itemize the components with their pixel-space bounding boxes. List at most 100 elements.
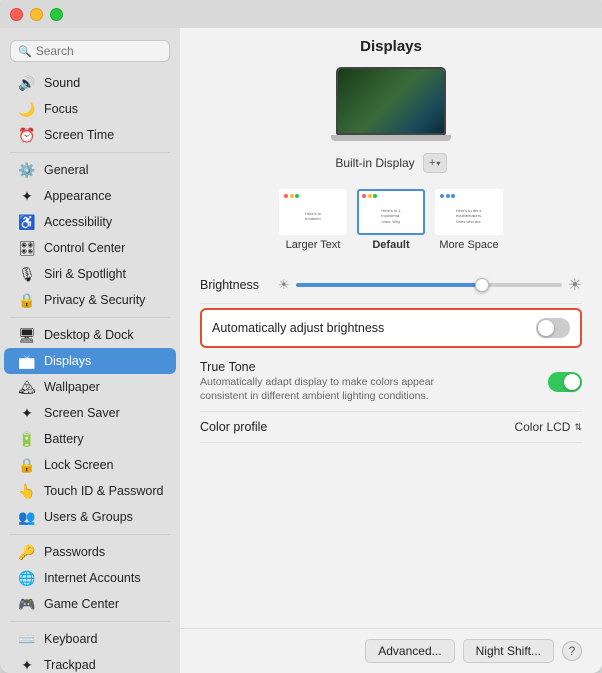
search-input[interactable] <box>36 44 162 58</box>
sidebar-item-label: Wallpaper <box>44 380 100 394</box>
sidebar-item-label: Siri & Spotlight <box>44 267 126 281</box>
resolution-thumb-default: Here's to 1 troublema ones. Why <box>357 189 425 235</box>
color-profile-select[interactable]: Color LCD ⇅ <box>514 420 582 434</box>
privacy-icon: 🔒 <box>18 291 36 309</box>
sidebar-item-general[interactable]: ⚙️ General <box>4 157 176 183</box>
sidebar-item-label: Control Center <box>44 241 125 255</box>
sidebar-item-privacy[interactable]: 🔒 Privacy & Security <box>4 287 176 313</box>
sidebar-divider <box>10 621 170 622</box>
page-title: Displays <box>180 28 602 61</box>
sidebar-item-label: Users & Groups <box>44 510 133 524</box>
appearance-icon: ✦ <box>18 187 36 205</box>
sidebar-item-keyboard[interactable]: ⌨️ Keyboard <box>4 626 176 652</box>
display-label-row: Built-in Display + ▾ <box>335 153 446 173</box>
internet-icon: 🌐 <box>18 569 36 587</box>
thumb-dots <box>284 194 299 198</box>
sidebar-item-battery[interactable]: 🔋 Battery <box>4 426 176 452</box>
display-preview-area: Built-in Display + ▾ <box>180 61 602 183</box>
advanced-button[interactable]: Advanced... <box>365 639 454 663</box>
sun-large-icon: ☀ <box>568 275 582 295</box>
display-name: Built-in Display <box>335 156 414 170</box>
sidebar-item-label: Focus <box>44 102 78 116</box>
resolution-option-larger[interactable]: Here's to troublem Larger Text <box>279 189 347 251</box>
displays-icon: 📺 <box>18 352 36 370</box>
sidebar-item-label: Touch ID & Password <box>44 484 164 498</box>
sidebar-item-label: Passwords <box>44 545 105 559</box>
sidebar-item-label: Privacy & Security <box>44 293 145 307</box>
sidebar-item-desktop[interactable]: 🖥 Desktop & Dock <box>4 322 176 348</box>
brightness-slider-container: ☀ ☀ <box>278 275 582 295</box>
sidebar-item-sound[interactable]: 🔊 Sound <box>4 70 176 96</box>
sidebar-item-label: General <box>44 163 88 177</box>
resolution-options: Here's to troublem Larger Text Here's to… <box>180 183 602 261</box>
night-shift-button[interactable]: Night Shift... <box>463 639 554 663</box>
resolution-label-default: Default <box>372 239 409 251</box>
dot <box>440 194 444 198</box>
auto-brightness-label: Automatically adjust brightness <box>212 321 384 335</box>
screentime-icon: ⏰ <box>18 126 36 144</box>
auto-brightness-row: Automatically adjust brightness <box>200 308 582 348</box>
sidebar-item-accessibility[interactable]: ♿ Accessibility <box>4 209 176 235</box>
sidebar-divider <box>10 317 170 318</box>
true-tone-label: True Tone <box>200 360 460 374</box>
help-button[interactable]: ? <box>562 641 582 661</box>
thumb-dots <box>362 194 377 198</box>
auto-brightness-toggle[interactable] <box>536 318 570 338</box>
true-tone-row: True Tone Automatically adapt display to… <box>200 352 582 412</box>
dot <box>451 194 455 198</box>
system-preferences-window: 🔍 🔊 Sound 🌙 Focus ⏰ Screen Time ⚙️ Gener… <box>0 0 602 673</box>
general-icon: ⚙️ <box>18 161 36 179</box>
titlebar <box>0 0 602 28</box>
sidebar-item-label: Appearance <box>44 189 111 203</box>
main-panel: Displays Built-in Display + ▾ <box>180 28 602 673</box>
touchid-icon: 👆 <box>18 482 36 500</box>
sidebar-item-internet[interactable]: 🌐 Internet Accounts <box>4 565 176 591</box>
sidebar-item-gamecenter[interactable]: 🎮 Game Center <box>4 591 176 617</box>
sidebar-item-screensaver[interactable]: ✦ Screen Saver <box>4 400 176 426</box>
brightness-thumb[interactable] <box>475 278 489 292</box>
brightness-label: Brightness <box>200 278 270 292</box>
dot <box>284 194 288 198</box>
resolution-label-larger: Larger Text <box>286 239 341 251</box>
resolution-option-morespace[interactable]: Here's to the s troublemakers. Ones who … <box>435 189 503 251</box>
siri-icon: 🎙 <box>18 265 36 283</box>
sidebar-divider <box>10 534 170 535</box>
resolution-option-default[interactable]: Here's to 1 troublema ones. Why Default <box>357 189 425 251</box>
maximize-button[interactable] <box>50 8 63 21</box>
keyboard-icon: ⌨️ <box>18 630 36 648</box>
add-display-button[interactable]: + ▾ <box>423 153 447 173</box>
dot <box>290 194 294 198</box>
color-profile-label: Color profile <box>200 420 267 434</box>
true-tone-toggle[interactable] <box>548 372 582 392</box>
minimize-button[interactable] <box>30 8 43 21</box>
sidebar-item-controlcenter[interactable]: 🎛 Control Center <box>4 235 176 261</box>
sidebar-item-label: Screen Saver <box>44 406 120 420</box>
search-box[interactable]: 🔍 <box>10 40 170 62</box>
sidebar-item-users[interactable]: 👥 Users & Groups <box>4 504 176 530</box>
sidebar-item-displays[interactable]: 📺 Displays <box>4 348 176 374</box>
sidebar-item-wallpaper[interactable]: 🏔 Wallpaper <box>4 374 176 400</box>
sidebar-item-trackpad[interactable]: ✦ Trackpad <box>4 652 176 673</box>
close-button[interactable] <box>10 8 23 21</box>
sidebar-item-touchid[interactable]: 👆 Touch ID & Password <box>4 478 176 504</box>
sidebar-item-label: Desktop & Dock <box>44 328 134 342</box>
sidebar-item-appearance[interactable]: ✦ Appearance <box>4 183 176 209</box>
true-tone-desc: Automatically adapt display to make colo… <box>200 376 460 403</box>
resolution-thumb-larger: Here's to troublem <box>279 189 347 235</box>
true-tone-knob <box>564 374 580 390</box>
focus-icon: 🌙 <box>18 100 36 118</box>
brightness-track[interactable] <box>296 283 562 287</box>
sidebar-item-siri[interactable]: 🎙 Siri & Spotlight <box>4 261 176 287</box>
color-profile-row: Color profile Color LCD ⇅ <box>200 412 582 443</box>
sidebar-item-screentime[interactable]: ⏰ Screen Time <box>4 122 176 148</box>
auto-brightness-knob <box>538 320 554 336</box>
sidebar-item-focus[interactable]: 🌙 Focus <box>4 96 176 122</box>
thumb-content: Here's to 1 troublema ones. Why <box>378 198 403 226</box>
sidebar-item-lockscreen[interactable]: 🔒 Lock Screen <box>4 452 176 478</box>
laptop-body <box>336 67 446 135</box>
dot <box>362 194 366 198</box>
screensaver-icon: ✦ <box>18 404 36 422</box>
dot <box>373 194 377 198</box>
dot <box>446 194 450 198</box>
sidebar-item-passwords[interactable]: 🔑 Passwords <box>4 539 176 565</box>
